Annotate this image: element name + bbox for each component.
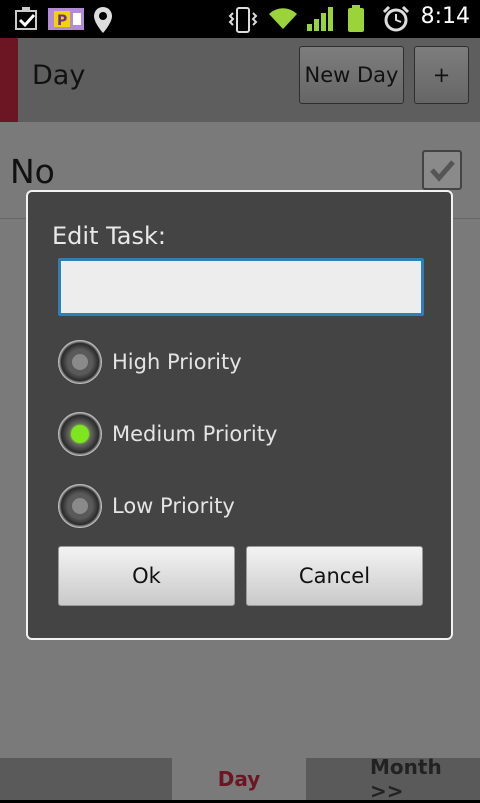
edit-task-dialog: Edit Task: High Priority Medium Priority… xyxy=(26,190,453,640)
checkbox-notification-icon xyxy=(14,5,40,35)
priority-label: Low Priority xyxy=(112,494,235,518)
check-icon xyxy=(430,160,455,182)
svg-text:P: P xyxy=(57,13,67,29)
priority-option-medium[interactable]: Medium Priority xyxy=(58,410,277,458)
task-name-input[interactable] xyxy=(58,258,424,316)
radio-button[interactable] xyxy=(58,340,102,384)
alarm-icon xyxy=(382,5,410,37)
wifi-icon xyxy=(268,5,298,35)
accent-stripe xyxy=(0,38,18,122)
radio-button[interactable] xyxy=(58,484,102,528)
vibrate-icon xyxy=(228,7,258,37)
signal-icon xyxy=(306,6,334,36)
tab-month[interactable]: Month >> xyxy=(370,755,480,803)
ok-button[interactable]: Ok xyxy=(58,546,235,606)
task-checkbox[interactable] xyxy=(422,150,462,190)
title-bar: Day New Day + xyxy=(0,38,480,122)
new-day-button[interactable]: New Day xyxy=(299,46,404,104)
add-button[interactable]: + xyxy=(414,46,469,104)
priority-label: High Priority xyxy=(112,350,242,374)
dialog-title: Edit Task: xyxy=(52,222,166,250)
task-text: No xyxy=(10,152,55,191)
bottom-nav: Day Month >> xyxy=(0,755,480,803)
priority-option-low[interactable]: Low Priority xyxy=(58,482,235,530)
radio-button-selected[interactable] xyxy=(58,412,102,456)
tab-day[interactable]: Day xyxy=(172,758,306,800)
cancel-button[interactable]: Cancel xyxy=(246,546,423,606)
page-title: Day xyxy=(32,60,86,91)
status-time: 8:14 xyxy=(420,4,470,29)
battery-icon xyxy=(346,5,366,37)
priority-label: Medium Priority xyxy=(112,422,278,446)
priority-option-high[interactable]: High Priority xyxy=(58,338,242,386)
location-icon xyxy=(92,6,114,38)
ticket-icon: P xyxy=(48,8,84,34)
status-bar: P 8:14 xyxy=(0,0,480,38)
